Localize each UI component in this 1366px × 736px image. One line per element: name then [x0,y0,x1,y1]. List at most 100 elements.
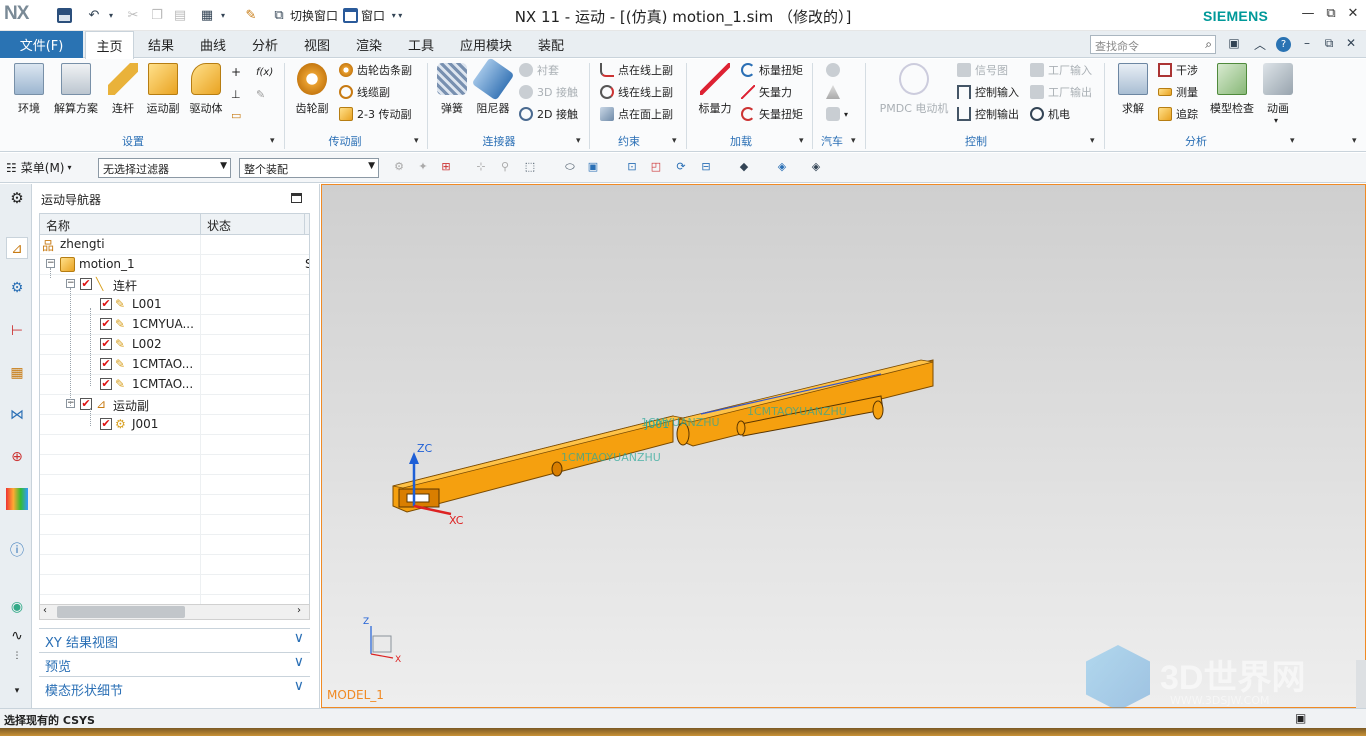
history-icon[interactable]: ⓘ [6,540,28,562]
contact-3d-button[interactable]: 3D 接触 [519,83,578,101]
function-manager-button[interactable]: f(x) [256,63,273,81]
doc-restore-icon[interactable]: ⧉ [1320,36,1338,53]
mode-shape-details-panel[interactable]: 模态形状细节 ∨ [39,676,310,699]
scalar-torque-button[interactable]: 标量扭矩 [741,61,803,79]
scrollbar-thumb[interactable] [57,606,185,618]
tree-row[interactable]: ✔ ✎ 1CMTAO... [40,355,309,375]
pen-icon[interactable]: ✎ [256,85,272,103]
point-on-surface-button[interactable]: 点在面上副 [600,105,673,123]
settings-gear-icon[interactable]: ⚙ [6,187,28,209]
joint-button[interactable]: 运动副 [144,63,182,116]
snap-point-icon[interactable]: ⊞ [438,160,454,176]
measure-button[interactable]: 测量 [1158,83,1198,101]
loads-group-more-icon[interactable]: ▾ [799,136,804,146]
motion-navigator-icon[interactable]: ⊿ [6,237,28,259]
visibility-checkbox[interactable]: ✔ [100,418,112,430]
file-menu-button[interactable]: 文件(F) [0,31,83,58]
cube-icon[interactable]: ▣ [585,160,601,176]
vehicle-more-button[interactable]: ▾ [826,105,848,123]
control-output-button[interactable]: 控制输出 [957,105,1019,123]
box-select-icon[interactable]: ⬚ [522,160,538,176]
environment-button[interactable]: 环境 [12,63,46,116]
shaded-cube-icon[interactable]: ◈ [774,160,790,176]
vector-torque-button[interactable]: 矢量扭矩 [741,105,803,123]
interference-button[interactable]: 干涉 [1158,61,1198,79]
animation-dropdown-icon[interactable]: ▾ [1274,116,1278,125]
close-icon[interactable]: ✕ [1342,6,1364,24]
render-style-icon[interactable]: ◆ [736,160,752,176]
animation-button[interactable]: 动画 [1262,63,1294,116]
tree-row[interactable]: − motion_1 S [40,255,309,275]
gear-pair-button[interactable]: 齿轮副 [293,63,331,116]
tree-row[interactable]: ✔ ✎ L001 [40,295,309,315]
column-header-name[interactable]: 名称 [40,214,201,235]
collapse-icon[interactable]: − [66,279,75,288]
tree-row[interactable]: ✔ ⚙ J001 [40,415,309,435]
scroll-left-icon[interactable]: ‹ [43,605,47,616]
tab-home[interactable]: 主页 [85,31,134,59]
setup-group-more-icon[interactable]: ▾ [270,136,275,146]
command-search-input[interactable]: 查找命令 ⌕ [1090,35,1216,54]
system-materials-icon[interactable]: ◉ [6,596,28,618]
eraser-icon[interactable]: ⬭ [562,160,578,176]
fullscreen-icon[interactable]: ▣ [1225,36,1243,53]
tab-analysis[interactable]: 分析 [242,31,288,58]
solution-button[interactable]: 解算方案 [51,63,101,116]
xy-result-view-panel[interactable]: XY 结果视图 ∨ [39,628,310,651]
assembly-navigator-icon[interactable]: ⚙ [6,277,28,299]
scroll-down-icon[interactable]: ▾ [6,680,28,702]
spring-button[interactable]: 弹簧 [436,63,468,116]
collapse-icon[interactable]: − [46,259,55,268]
wcs-icon[interactable]: ⊹ [473,160,489,176]
zoom-icon[interactable]: ◰ [648,160,664,176]
control-group-more-icon[interactable]: ▾ [1090,136,1095,146]
preview-panel[interactable]: 预览 ∨ [39,652,310,675]
visibility-checkbox[interactable]: ✔ [80,278,92,290]
menu-button[interactable]: ☷ 菜单(M) ▾ [6,159,72,176]
link-button[interactable]: 连杆 [108,63,138,116]
measure-tape-icon[interactable]: ▭ [231,106,247,124]
minimize-icon[interactable]: — [1297,6,1319,24]
vehicle-group-more-icon[interactable]: ▾ [851,136,856,146]
model-canvas[interactable]: J001 1CMYUANZHU 1CMTAOYUANZHU 1CMTAOYUAN… [321,184,1366,708]
help-icon[interactable]: ? [1276,37,1291,52]
pmdc-motor-button[interactable]: PMDC 电动机 [876,63,952,116]
point-icon[interactable]: ⊥ [231,85,247,103]
visibility-checkbox[interactable]: ✔ [100,378,112,390]
marker-icon[interactable]: + [231,63,247,81]
vector-force-button[interactable]: 矢量力 [741,83,792,101]
mechatronics-button[interactable]: 机电 [1030,105,1070,123]
tab-view[interactable]: 视图 [294,31,340,58]
doc-close-icon[interactable]: ✕ [1342,36,1360,53]
visibility-checkbox[interactable]: ✔ [100,298,112,310]
joint-cylinder[interactable] [872,400,884,420]
tree-row[interactable]: − ✔ ⊿ 运动副 [40,395,309,415]
web-browser-icon[interactable] [6,488,28,510]
tire-button[interactable] [826,61,844,79]
doc-minimize-icon[interactable]: – [1298,36,1316,53]
scroll-right-icon[interactable]: › [297,605,301,616]
solve-button[interactable]: 求解 [1116,63,1150,116]
control-input-button[interactable]: 控制输入 [957,83,1019,101]
trace-button[interactable]: 追踪 [1158,105,1198,123]
tab-curve[interactable]: 曲线 [190,31,236,58]
damper-button[interactable]: 阻尼器 [471,57,515,116]
chevron-down-icon[interactable]: ∨ [294,678,304,694]
plant-output-button[interactable]: 工厂输出 [1030,83,1092,101]
visibility-checkbox[interactable]: ✔ [100,338,112,350]
orient-view-icon[interactable]: ⊟ [698,160,714,176]
joint-cylinder[interactable] [736,420,746,436]
select-feature-icon[interactable]: ⚙ [391,160,407,176]
tab-assemblies[interactable]: 装配 [528,31,574,58]
beam-right[interactable] [678,359,934,447]
part-navigator-icon[interactable]: ▦ [6,362,28,384]
road-button[interactable] [826,83,844,101]
ribbon-options-icon[interactable]: ▾ [1352,136,1357,146]
connectors-group-more-icon[interactable]: ▾ [576,136,581,146]
curve-on-curve-button[interactable]: 线在线上副 [600,83,673,101]
tree-row[interactable]: ✔ ✎ L002 [40,335,309,355]
type-filter-select[interactable]: 无选择过滤器 ▼ [98,158,231,178]
tree-row[interactable]: ✔ ✎ 1CMYUA... [40,315,309,335]
select-face-icon[interactable]: ✦ [415,160,431,176]
signal-chart-button[interactable]: 信号图 [957,61,1008,79]
